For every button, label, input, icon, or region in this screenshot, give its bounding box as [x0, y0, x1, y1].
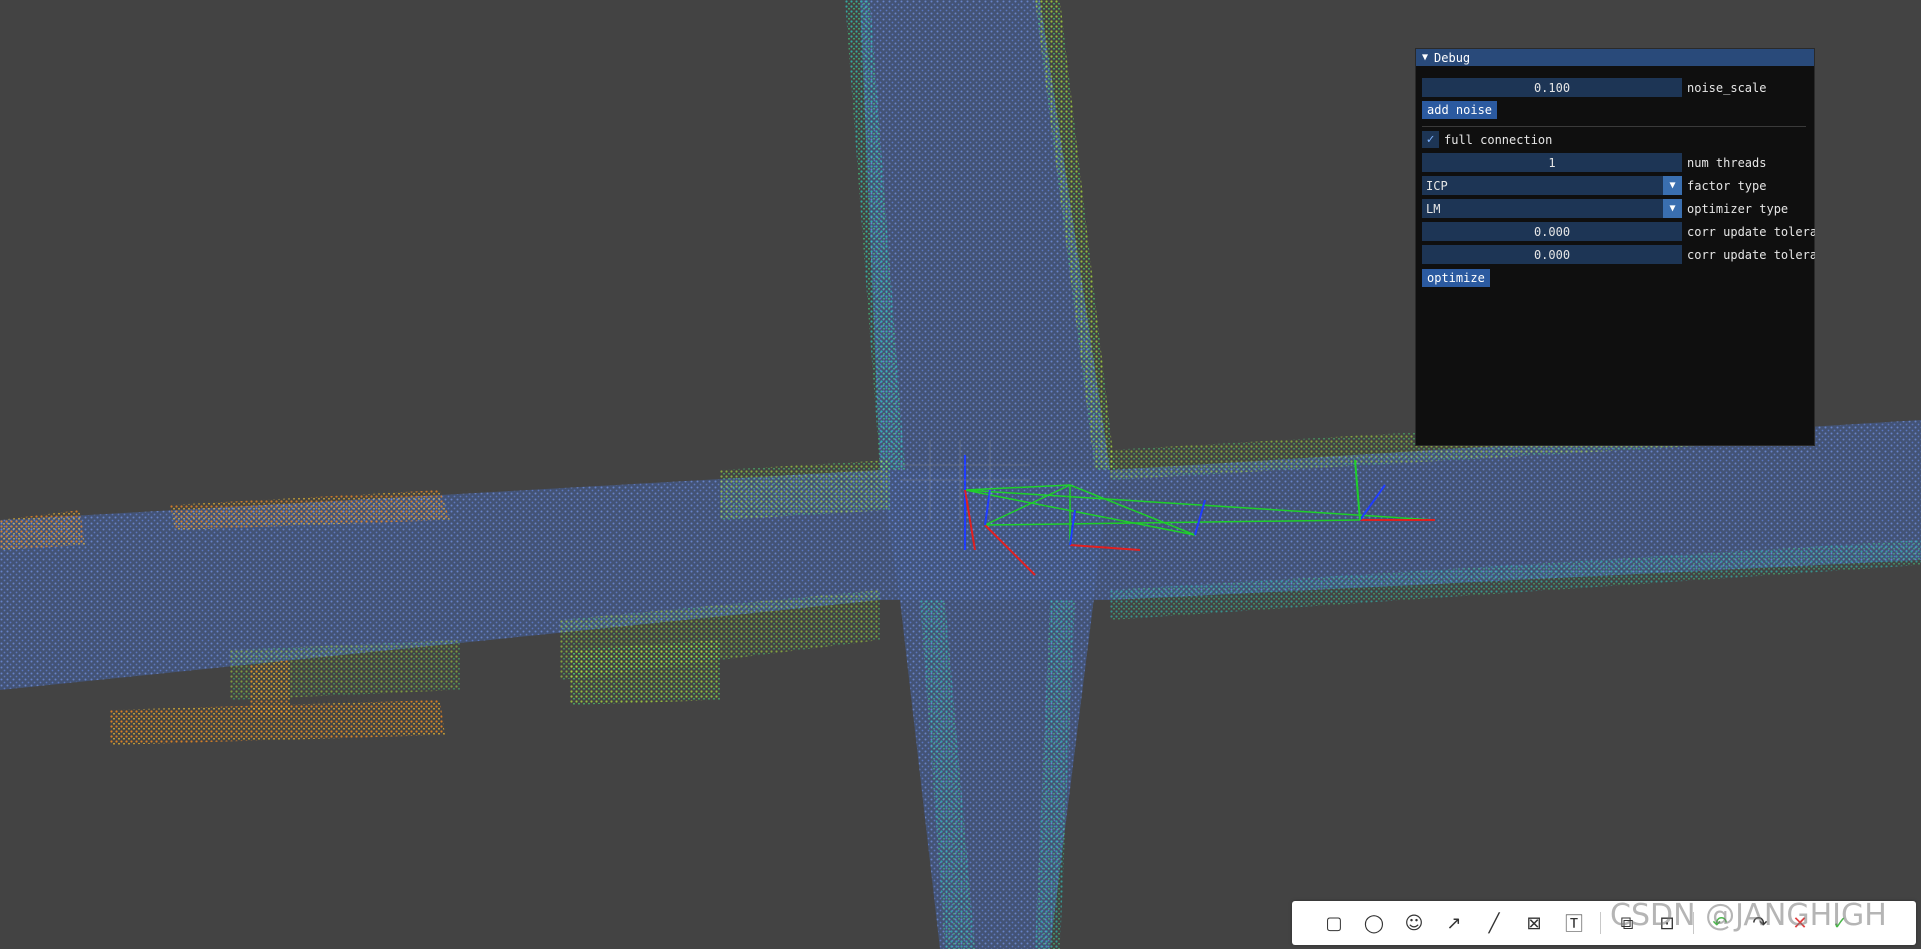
- optimizer-type-row: LM ▼ optimizer type: [1422, 199, 1815, 218]
- rectangle-icon[interactable]: ▢: [1314, 913, 1354, 934]
- num-threads-row: 1 num threads: [1422, 153, 1815, 172]
- full-connection-checkbox[interactable]: ✓: [1422, 131, 1439, 148]
- corr-update-tol1-row: 0.000 corr update tolera: [1422, 222, 1815, 241]
- corr-update-tolerance-input-2[interactable]: 0.000: [1422, 245, 1682, 264]
- undo-icon[interactable]: ↶: [1700, 913, 1740, 934]
- corr-update-tol1-label: corr update tolera: [1687, 224, 1815, 239]
- factor-type-row: ICP ▼ factor type: [1422, 176, 1815, 195]
- collapse-triangle-icon[interactable]: ▼: [1422, 52, 1428, 63]
- debug-panel-header[interactable]: ▼ Debug: [1416, 49, 1814, 66]
- noise-scale-label: noise_scale: [1687, 80, 1767, 95]
- optimizer-type-select[interactable]: LM ▼: [1422, 199, 1682, 218]
- dropdown-arrow-icon[interactable]: ▼: [1663, 199, 1682, 218]
- debug-panel: ▼ Debug 0.100 noise_scale add noise ✓ fu…: [1415, 48, 1815, 446]
- close-icon[interactable]: ✕: [1780, 913, 1820, 934]
- emoji-icon[interactable]: ☺: [1394, 913, 1434, 934]
- optimizer-type-label: optimizer type: [1687, 201, 1789, 216]
- ellipse-icon[interactable]: ◯: [1354, 913, 1394, 934]
- noise-scale-input[interactable]: 0.100: [1422, 78, 1682, 97]
- num-threads-label: num threads: [1687, 155, 1767, 170]
- save-icon[interactable]: ⊡: [1647, 913, 1687, 934]
- annotation-toolbar: ▢ ◯ ☺ ↗ ╱ ⊠ 🅃 ⧉ ⊡ ↶ ↷ ✕ ✓: [1292, 901, 1916, 945]
- panel-separator: [1422, 126, 1806, 127]
- corr-update-tol2-row: 0.000 corr update tolera: [1422, 245, 1815, 264]
- confirm-icon[interactable]: ✓: [1820, 913, 1860, 934]
- optimize-row: optimize: [1422, 268, 1490, 287]
- mosaic-icon[interactable]: ⊠: [1514, 913, 1554, 934]
- factor-type-select[interactable]: ICP ▼: [1422, 176, 1682, 195]
- noise-scale-value: 0.100: [1533, 80, 1571, 95]
- num-threads-value: 1: [1548, 155, 1556, 170]
- corr-update-tol1-value: 0.000: [1533, 224, 1571, 239]
- toolbar-divider: [1600, 912, 1601, 934]
- add-noise-button[interactable]: add noise: [1422, 100, 1498, 119]
- full-connection-label: full connection: [1444, 132, 1553, 147]
- corr-update-tol2-label: corr update tolera: [1687, 247, 1815, 262]
- optimizer-type-value: LM: [1426, 201, 1441, 216]
- noise-scale-row: 0.100 noise_scale: [1422, 78, 1815, 97]
- corr-update-tolerance-input-1[interactable]: 0.000: [1422, 222, 1682, 241]
- pin-icon[interactable]: ⧉: [1607, 913, 1647, 934]
- factor-type-label: factor type: [1687, 178, 1767, 193]
- num-threads-input[interactable]: 1: [1422, 153, 1682, 172]
- dropdown-arrow-icon[interactable]: ▼: [1663, 176, 1682, 195]
- debug-panel-title: Debug: [1434, 50, 1471, 65]
- toolbar-divider: [1693, 912, 1694, 934]
- arrow-icon[interactable]: ↗: [1434, 913, 1474, 934]
- optimize-button[interactable]: optimize: [1422, 268, 1490, 287]
- corr-update-tol2-value: 0.000: [1533, 247, 1571, 262]
- add-noise-row: add noise: [1422, 100, 1498, 119]
- line-icon[interactable]: ╱: [1474, 913, 1514, 934]
- redo-icon[interactable]: ↷: [1740, 913, 1780, 934]
- factor-type-value: ICP: [1426, 178, 1448, 193]
- full-connection-row: ✓ full connection: [1422, 130, 1552, 149]
- checkmark-icon: ✓: [1426, 132, 1435, 147]
- text-icon[interactable]: 🅃: [1554, 910, 1594, 936]
